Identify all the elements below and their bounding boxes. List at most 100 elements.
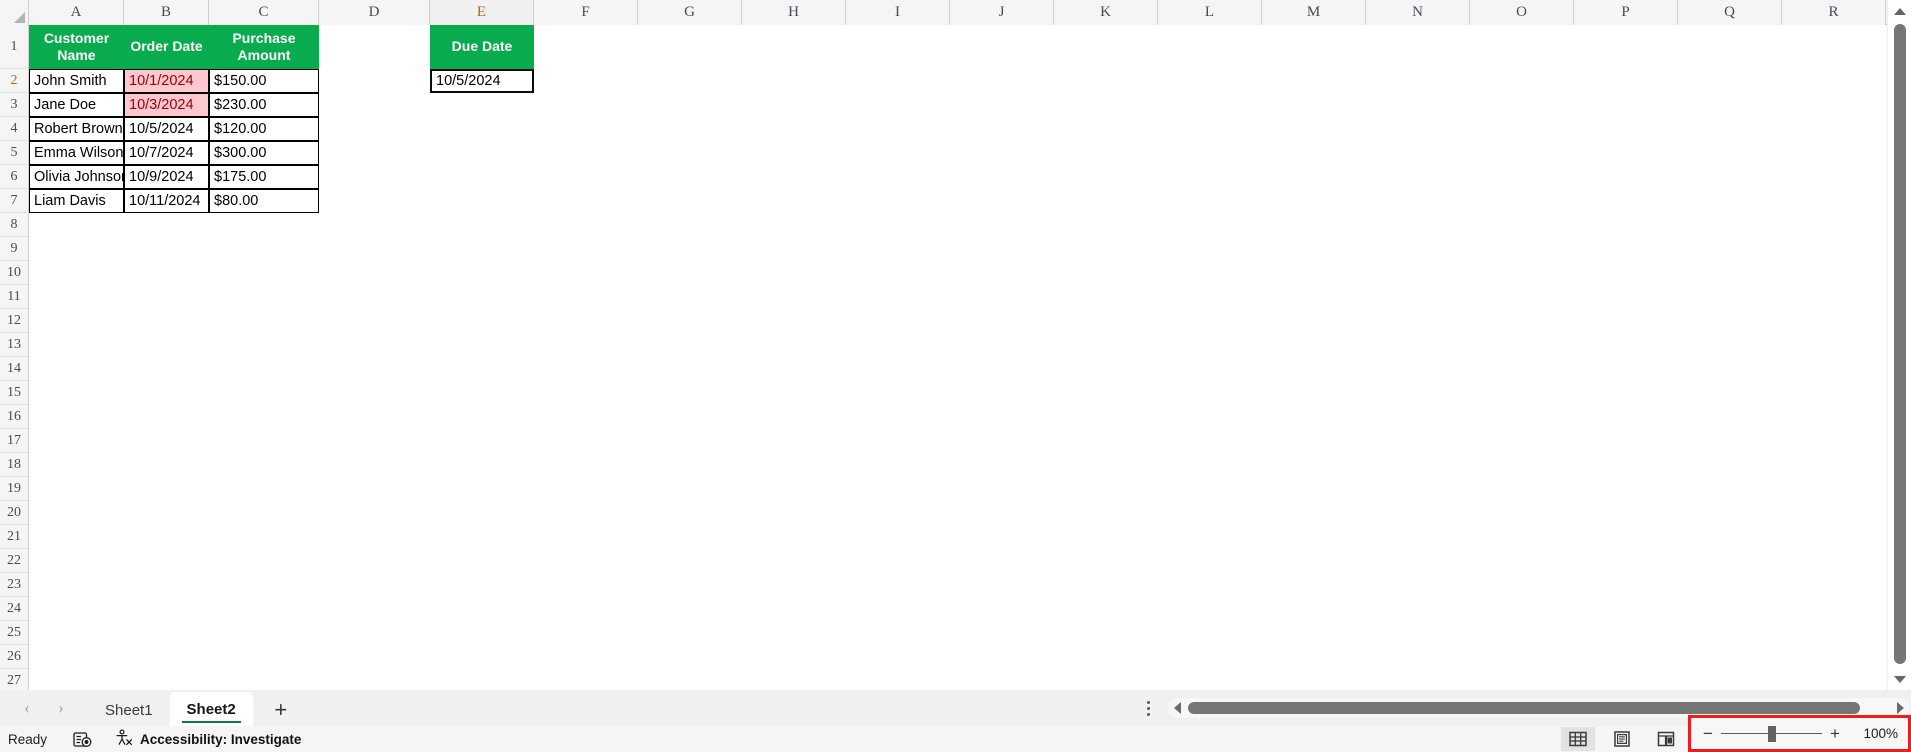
row-header-21[interactable]: 21 [0,525,28,549]
zoom-slider[interactable] [1721,725,1822,742]
column-header-d[interactable]: D [319,0,430,25]
cell-text: Jane Doe [34,97,97,113]
column-header-g[interactable]: G [638,0,742,25]
column-header-p[interactable]: P [1574,0,1678,25]
column-header-j[interactable]: J [950,0,1054,25]
row-header-4[interactable]: 4 [0,117,28,141]
cell-A6[interactable]: Olivia Johnson [29,165,124,189]
cell-A7[interactable]: Liam Davis [29,189,124,213]
scroll-right-icon[interactable] [1897,702,1904,714]
cell-E1[interactable]: Due Date [430,25,534,69]
row-header-22[interactable]: 22 [0,549,28,573]
row-header-20[interactable]: 20 [0,501,28,525]
zoom-control-highlight: − + 100% [1688,715,1911,752]
cell-B6[interactable]: 10/9/2024 [124,165,209,189]
row-header-7[interactable]: 7 [0,189,28,213]
row-header-12[interactable]: 12 [0,309,28,333]
sheet-tab-sheet2[interactable]: Sheet2 [169,692,253,726]
row-header-27[interactable]: 27 [0,669,28,690]
row-header-18[interactable]: 18 [0,453,28,477]
row-header-5[interactable]: 5 [0,141,28,165]
cell-E2[interactable]: 10/5/2024 [430,69,534,93]
row-header-15[interactable]: 15 [0,381,28,405]
cell-C1[interactable]: Purchase Amount [209,25,319,69]
worksheet-grid[interactable]: ABCDEFGHIJKLMNOPQR 1 2 3 4 5 6 7 8 9 10 11 12 13 14 15… [0,0,1887,690]
column-header-c[interactable]: C [209,0,319,25]
row-header-9[interactable]: 9 [0,237,28,261]
column-header-r[interactable]: R [1782,0,1886,25]
cell-C3[interactable]: $230.00 [209,93,319,117]
scroll-down-icon[interactable] [1888,670,1911,688]
vertical-scrollbar[interactable] [1887,0,1911,690]
cell-C4[interactable]: $120.00 [209,117,319,141]
row-header-14[interactable]: 14 [0,357,28,381]
row-header-19[interactable]: 19 [0,477,28,501]
scroll-up-icon[interactable] [1888,2,1911,20]
row-header-24[interactable]: 24 [0,597,28,621]
cell-text: John Smith [34,73,107,89]
row-header-13[interactable]: 13 [0,333,28,357]
column-headers: ABCDEFGHIJKLMNOPQR [0,0,1887,25]
column-header-i[interactable]: I [846,0,950,25]
column-header-b[interactable]: B [124,0,209,25]
column-header-e[interactable]: E [430,0,534,25]
sheet-tab-sheet1[interactable]: Sheet1 [88,694,170,726]
row-header-16[interactable]: 16 [0,405,28,429]
row-header-6[interactable]: 6 [0,165,28,189]
cell-C2[interactable]: $150.00 [209,69,319,93]
vertical-scroll-thumb[interactable] [1894,24,1906,664]
cell-C5[interactable]: $300.00 [209,141,319,165]
next-sheet-icon[interactable]: › [44,693,78,723]
row-header-23[interactable]: 23 [0,573,28,597]
select-all-corner[interactable] [0,0,29,25]
zoom-in-button[interactable]: + [1822,725,1848,742]
column-header-a[interactable]: A [29,0,124,25]
accessibility-status[interactable]: Accessibility: Investigate [115,729,301,749]
cell-A2[interactable]: John Smith [29,69,124,93]
column-header-h[interactable]: H [742,0,846,25]
column-header-o[interactable]: O [1470,0,1574,25]
cell-text: $150.00 [214,73,267,89]
column-header-n[interactable]: N [1366,0,1470,25]
row-header-3[interactable]: 3 [0,93,28,117]
add-sheet-button[interactable]: + [259,694,303,726]
row-header-11[interactable]: 11 [0,285,28,309]
cell-B5[interactable]: 10/7/2024 [124,141,209,165]
column-header-k[interactable]: K [1054,0,1158,25]
cell-B2[interactable]: 10/1/2024 [124,69,209,93]
row-header-17[interactable]: 17 [0,429,28,453]
row-header-25[interactable]: 25 [0,621,28,645]
cell-C7[interactable]: $80.00 [209,189,319,213]
tab-split-handle[interactable] [1140,695,1156,721]
row-header-10[interactable]: 10 [0,261,28,285]
page-break-preview-button[interactable] [1649,727,1683,751]
cell-A5[interactable]: Emma Wilson [29,141,124,165]
page-layout-view-button[interactable] [1605,727,1639,751]
cell-area[interactable]: Customer Name Order Date Purchase Amount Du… [29,25,1887,690]
zoom-percent-label[interactable]: 100% [1848,726,1908,741]
previous-sheet-icon[interactable]: ‹ [10,693,44,723]
zoom-slider-thumb[interactable] [1767,725,1776,742]
cell-B7[interactable]: 10/11/2024 [124,189,209,213]
row-header-2[interactable]: 2 [0,69,28,93]
cell-A3[interactable]: Jane Doe [29,93,124,117]
record-macro-icon[interactable] [73,731,93,748]
row-header-1[interactable]: 1 [0,25,28,69]
column-header-f[interactable]: F [534,0,638,25]
cell-text: 10/5/2024 [129,121,194,137]
cell-B4[interactable]: 10/5/2024 [124,117,209,141]
cell-A4[interactable]: Robert Brown [29,117,124,141]
zoom-out-button[interactable]: − [1695,725,1721,742]
column-header-m[interactable]: M [1262,0,1366,25]
horizontal-scroll-thumb[interactable] [1188,702,1860,714]
cell-B1[interactable]: Order Date [124,25,209,69]
scroll-left-icon[interactable] [1174,702,1181,714]
row-header-26[interactable]: 26 [0,645,28,669]
cell-B3[interactable]: 10/3/2024 [124,93,209,117]
cell-C6[interactable]: $175.00 [209,165,319,189]
normal-view-button[interactable] [1561,727,1595,751]
column-header-l[interactable]: L [1158,0,1262,25]
cell-A1[interactable]: Customer Name [29,25,124,69]
column-header-q[interactable]: Q [1678,0,1782,25]
row-header-8[interactable]: 8 [0,213,28,237]
